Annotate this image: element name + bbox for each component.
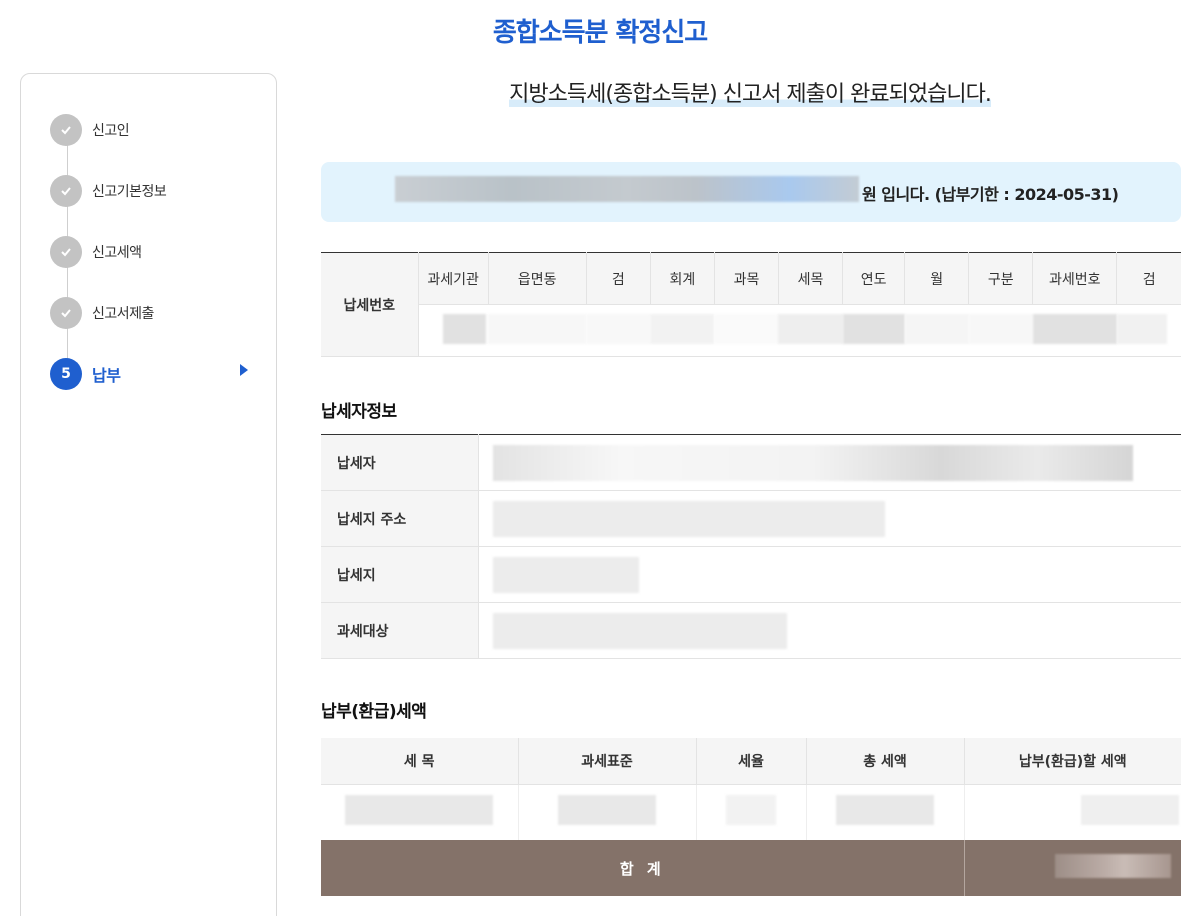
total-row: 합 계: [321, 840, 1181, 896]
redacted-value: [442, 313, 487, 344]
check-icon: [50, 114, 82, 146]
page-title: 종합소득분 확정신고: [492, 18, 708, 48]
current-step-arrow-icon: [240, 364, 248, 376]
column-header: 검: [1116, 252, 1181, 305]
redacted-value: [1116, 313, 1167, 344]
step-label: 신고세액: [92, 245, 142, 261]
payer-row-target: 과세대상: [321, 602, 1181, 659]
redacted-value: [778, 313, 843, 344]
row-label: 납세지 주소: [321, 490, 479, 547]
redacted-value: [1032, 313, 1117, 344]
redacted-value: [492, 445, 1133, 481]
redacted-value: [492, 501, 885, 537]
payment-tax-table: 세 목 과세표준 세율 총 세액 납부(환급)할 세액 합 계: [321, 738, 1181, 896]
step-item-basic-info[interactable]: 신고기본정보: [50, 175, 167, 207]
redacted-value: [650, 313, 715, 344]
redacted-value: [968, 313, 1033, 344]
redacted-value: [586, 313, 651, 344]
redacted-value: [836, 795, 934, 826]
column-header: 총 세액: [806, 738, 965, 785]
step-number-badge: 5: [50, 358, 82, 390]
column-header: 납부(환급)할 세액: [964, 738, 1181, 785]
step-label: 신고서제출: [92, 306, 154, 322]
completion-message: 지방소득세(종합소득분) 신고서 제출이 완료되었습니다.: [509, 82, 992, 107]
amount-info-box: 원 입니다. (납부기한 : 2024-05-31): [321, 162, 1181, 222]
payment-data-row: [321, 784, 1181, 840]
check-icon: [50, 236, 82, 268]
column-header: 과세번호: [1032, 252, 1117, 305]
payer-row-address: 납세지 주소: [321, 490, 1181, 547]
tax-number-table: 납세번호 과세기관 읍면동 검 회계 과목 세목 연도 월 구분 과세번호 검: [321, 252, 1181, 357]
redacted-value: [714, 313, 779, 344]
column-header: 읍면동: [487, 252, 587, 305]
column-header: 구분: [968, 252, 1033, 305]
redacted-value: [492, 557, 639, 593]
check-icon: [50, 297, 82, 329]
redacted-value: [558, 795, 656, 826]
step-item-tax-amount[interactable]: 신고세액: [50, 236, 142, 268]
payer-row-location: 납세지: [321, 546, 1181, 603]
step-label: 납부: [92, 366, 121, 385]
redacted-total-value: [1055, 854, 1171, 878]
column-header: 검: [585, 252, 651, 305]
step-item-applicant[interactable]: 신고인: [50, 114, 130, 146]
step-label: 신고인: [92, 123, 130, 139]
column-header: 세목: [777, 252, 843, 305]
redacted-value: [904, 313, 969, 344]
step-item-submission[interactable]: 신고서제출: [50, 297, 154, 329]
step-sidebar: 신고인 신고기본정보 신고세액 신고서제출 5 납부: [20, 73, 277, 916]
row-label: 과세대상: [321, 602, 479, 659]
row-label: 납세지: [321, 546, 479, 603]
column-header: 과세표준: [518, 738, 697, 785]
column-header: 회계: [649, 252, 715, 305]
column-header: 과세기관: [417, 252, 489, 305]
payment-tax-title: 납부(환급)세액: [321, 702, 427, 722]
redacted-amount: [395, 176, 859, 202]
redacted-value: [842, 313, 905, 344]
redacted-value: [492, 613, 787, 649]
column-header: 세율: [696, 738, 807, 785]
column-header: 월: [904, 252, 969, 305]
row-label: 납세자: [321, 434, 479, 491]
tax-number-values-row: [321, 304, 1181, 357]
check-icon: [50, 175, 82, 207]
redacted-value: [488, 313, 587, 344]
step-label: 신고기본정보: [92, 184, 167, 200]
redacted-value: [726, 795, 776, 826]
column-header: 연도: [842, 252, 905, 305]
payer-info-table: 납세자 납세지 주소 납세지 과세대상: [321, 434, 1181, 659]
tax-number-label: 납세번호: [321, 252, 419, 357]
payer-info-title: 납세자정보: [321, 402, 397, 422]
column-header: 과목: [713, 252, 779, 305]
payer-row-name: 납세자: [321, 434, 1181, 491]
step-item-payment[interactable]: 5 납부: [50, 358, 121, 390]
redacted-value: [345, 795, 494, 826]
total-label: 합 계: [321, 840, 965, 896]
amount-due-text: 원 입니다. (납부기한 : 2024-05-31): [862, 185, 1119, 204]
column-header: 세 목: [321, 738, 519, 785]
redacted-value: [1081, 795, 1179, 826]
